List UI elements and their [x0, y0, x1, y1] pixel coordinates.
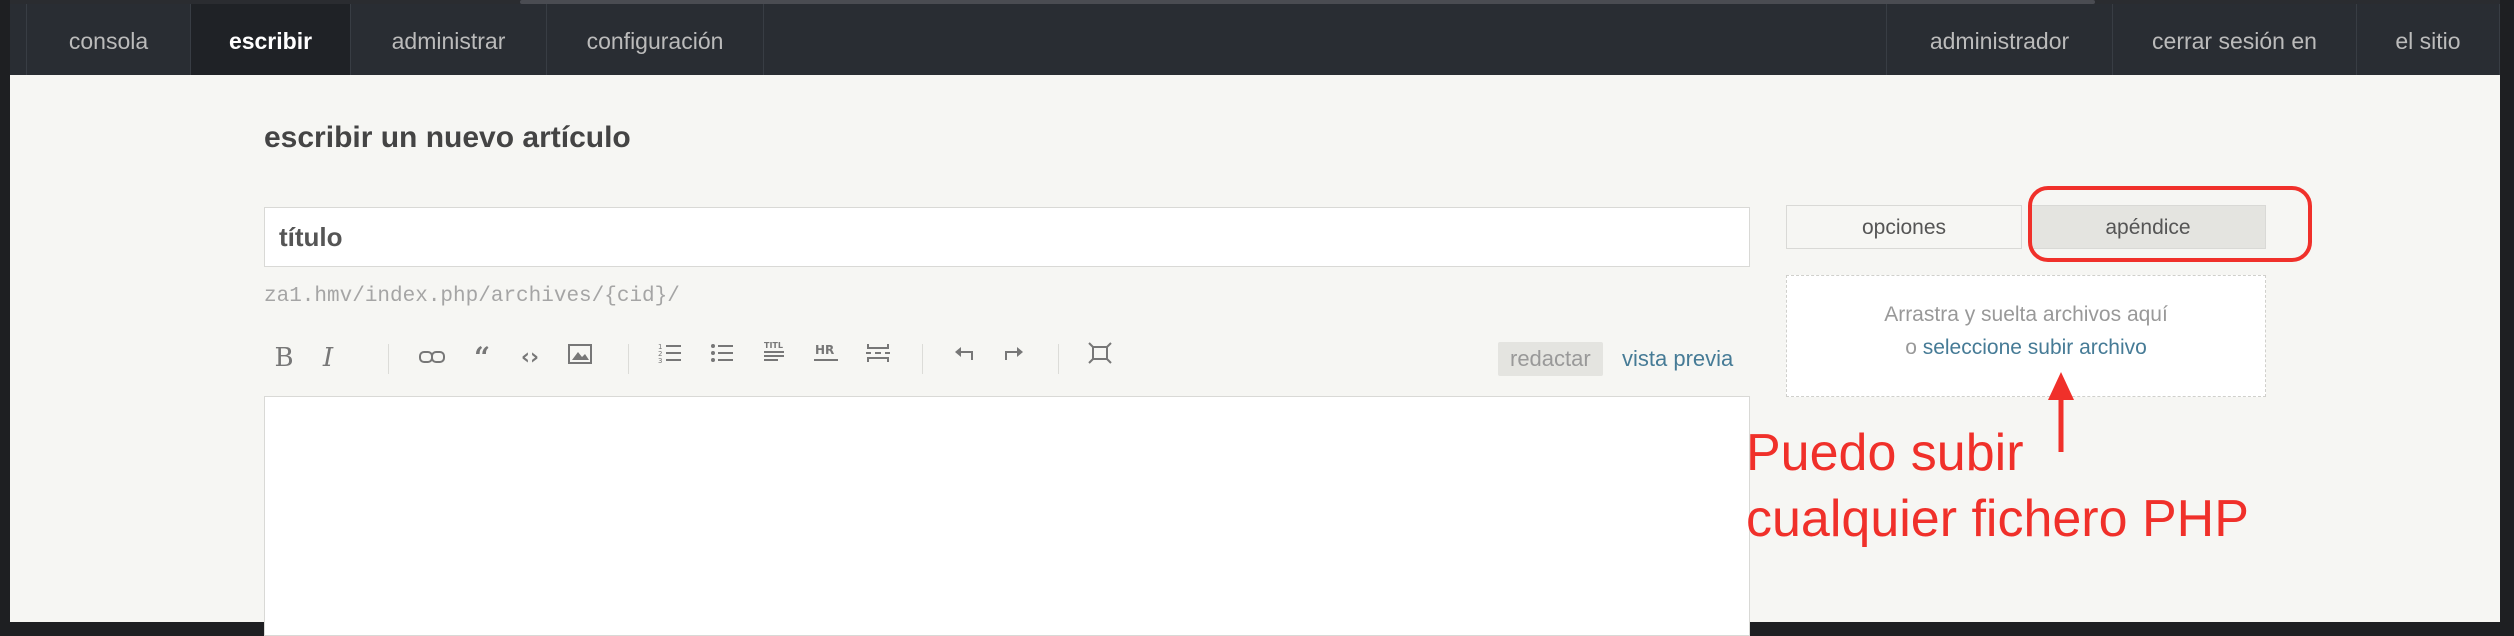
highlight-circle	[2028, 186, 2312, 262]
annotation-overlay	[2028, 186, 2312, 452]
annotation-arrow-head	[2048, 372, 2074, 400]
